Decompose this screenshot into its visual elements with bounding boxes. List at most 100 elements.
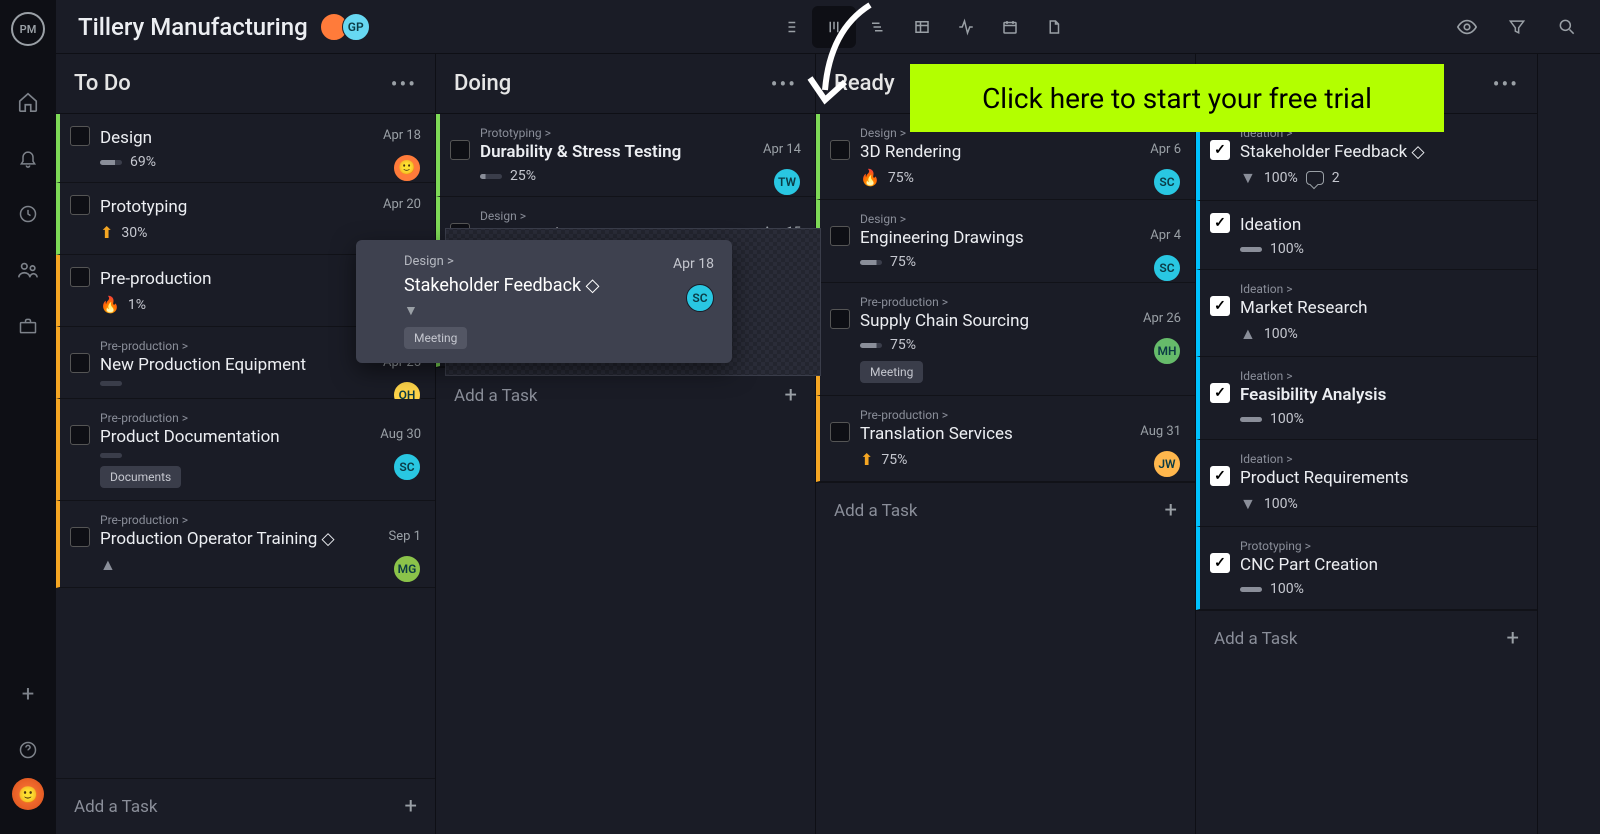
card-date: Apr 18 bbox=[383, 128, 421, 143]
task-checkbox[interactable] bbox=[830, 140, 850, 160]
user-avatar[interactable]: 🙂 bbox=[12, 778, 44, 810]
card-assignees[interactable]: SC bbox=[399, 453, 421, 481]
card-assignees[interactable]: SC bbox=[1159, 254, 1181, 282]
team-avatars[interactable]: GP bbox=[326, 13, 370, 41]
nav-rail: PM + 🙂 bbox=[0, 0, 56, 834]
card-assignees[interactable]: 🙂 bbox=[399, 154, 421, 182]
task-card[interactable]: Ideation >Feasibility Analysis100% bbox=[1196, 357, 1537, 440]
card-meta: 100% bbox=[1240, 411, 1523, 427]
task-checkbox[interactable] bbox=[1210, 296, 1230, 316]
card-assignee[interactable]: SC bbox=[692, 284, 714, 312]
card-tag: Meeting bbox=[860, 361, 923, 383]
task-card[interactable]: Ideation100% bbox=[1196, 201, 1537, 270]
task-checkbox[interactable] bbox=[1210, 213, 1230, 233]
card-meta bbox=[100, 381, 421, 386]
task-card[interactable]: Prototyping >CNC Part Creation100% bbox=[1196, 527, 1537, 610]
task-checkbox[interactable] bbox=[70, 353, 90, 373]
task-checkbox[interactable] bbox=[450, 140, 470, 160]
cta-banner[interactable]: Click here to start your free trial bbox=[910, 64, 1444, 132]
eye-icon[interactable] bbox=[1456, 16, 1478, 38]
add-icon[interactable]: + bbox=[16, 682, 40, 706]
card-title: Prototyping bbox=[100, 197, 421, 217]
task-checkbox[interactable] bbox=[70, 126, 90, 146]
view-timeline-icon[interactable] bbox=[856, 6, 900, 48]
task-card[interactable]: Ideation >Product Requirements▼100% bbox=[1196, 440, 1537, 527]
card-progress: 75% bbox=[888, 170, 914, 186]
card-assignees[interactable]: MG bbox=[399, 555, 421, 583]
task-card[interactable]: Pre-production > Product Documentation Doc… bbox=[56, 399, 435, 501]
task-card[interactable]: Prototyping >Durability & Stress Testing… bbox=[436, 114, 815, 197]
bell-icon[interactable] bbox=[16, 146, 40, 170]
search-icon[interactable] bbox=[1556, 16, 1578, 38]
task-card[interactable]: Pre-production >Translation Services⬆75%… bbox=[816, 396, 1195, 482]
add-task-button[interactable]: Add a Task+ bbox=[816, 482, 1195, 538]
task-card[interactable]: Design >Engineering Drawings75%Apr 4SC bbox=[816, 200, 1195, 283]
card-meta: 69% bbox=[100, 154, 421, 170]
progress-bar bbox=[1240, 247, 1262, 252]
dragging-card[interactable]: Design > Stakeholder Feedback ◇ ▼ Meetin… bbox=[356, 240, 732, 363]
card-breadcrumb: Pre-production > bbox=[860, 295, 1181, 309]
task-card[interactable]: Pre-production >Production Operator Trai… bbox=[56, 501, 435, 588]
card-meta: 75% bbox=[860, 337, 1181, 353]
task-checkbox[interactable] bbox=[70, 195, 90, 215]
card-breadcrumb: Pre-production > bbox=[100, 411, 421, 425]
clock-icon[interactable] bbox=[16, 202, 40, 226]
task-checkbox[interactable] bbox=[1210, 466, 1230, 486]
view-list-icon[interactable] bbox=[768, 6, 812, 48]
task-checkbox[interactable] bbox=[370, 254, 392, 276]
add-task-button[interactable]: Add a Task+ bbox=[56, 778, 435, 834]
column-menu-icon[interactable]: ••• bbox=[771, 72, 797, 96]
avatar-pill[interactable]: 🙂 bbox=[393, 154, 421, 182]
avatar-pill[interactable]: SC bbox=[1153, 168, 1181, 196]
view-calendar-icon[interactable] bbox=[988, 6, 1032, 48]
avatar-pill[interactable]: MG bbox=[393, 555, 421, 583]
card-breadcrumb: Pre-production > bbox=[100, 513, 421, 527]
task-checkbox[interactable] bbox=[1210, 553, 1230, 573]
column-menu-icon[interactable]: ••• bbox=[391, 72, 417, 96]
card-date: Apr 6 bbox=[1150, 142, 1181, 157]
task-checkbox[interactable] bbox=[70, 267, 90, 287]
card-progress: 75% bbox=[890, 254, 916, 270]
column-header: Doing••• bbox=[436, 54, 815, 114]
briefcase-icon[interactable] bbox=[16, 314, 40, 338]
card-assignees[interactable]: TW bbox=[779, 168, 801, 196]
task-checkbox[interactable] bbox=[830, 309, 850, 329]
avatar-pill[interactable]: SC bbox=[1153, 254, 1181, 282]
filter-icon[interactable] bbox=[1506, 16, 1528, 38]
avatar-pill[interactable]: JW bbox=[1153, 450, 1181, 478]
view-sheet-icon[interactable] bbox=[900, 6, 944, 48]
card-title: Engineering Drawings bbox=[860, 228, 1181, 248]
task-checkbox[interactable] bbox=[830, 226, 850, 246]
priority-up-icon: ▲ bbox=[100, 555, 116, 575]
task-card[interactable]: Pre-production >Supply Chain Sourcing75%… bbox=[816, 283, 1195, 396]
avatar-pill[interactable]: GP bbox=[342, 13, 370, 41]
progress-bar bbox=[860, 343, 882, 348]
home-icon[interactable] bbox=[16, 90, 40, 114]
card-assignees[interactable]: MH bbox=[1159, 337, 1181, 365]
task-checkbox[interactable] bbox=[70, 425, 90, 445]
add-task-button[interactable]: Add a Task+ bbox=[1196, 610, 1537, 666]
avatar-pill[interactable]: SC bbox=[393, 453, 421, 481]
help-icon[interactable] bbox=[16, 738, 40, 762]
avatar-pill[interactable]: MH bbox=[1153, 337, 1181, 365]
people-icon[interactable] bbox=[16, 258, 40, 282]
task-card[interactable]: Design69%Apr 18🙂 bbox=[56, 114, 435, 183]
card-meta: 25% bbox=[480, 168, 801, 184]
view-board-icon[interactable] bbox=[812, 6, 856, 48]
task-card[interactable]: Ideation >Market Research▲100% bbox=[1196, 270, 1537, 357]
task-checkbox[interactable] bbox=[830, 422, 850, 442]
task-checkbox[interactable] bbox=[70, 527, 90, 547]
avatar-pill[interactable]: TW bbox=[773, 168, 801, 196]
task-checkbox[interactable] bbox=[1210, 140, 1230, 160]
app-logo[interactable]: PM bbox=[11, 12, 45, 46]
view-file-icon[interactable] bbox=[1032, 6, 1076, 48]
card-assignees[interactable]: SC bbox=[1159, 168, 1181, 196]
progress-bar bbox=[100, 160, 122, 165]
card-tag: Documents bbox=[100, 466, 181, 488]
view-activity-icon[interactable] bbox=[944, 6, 988, 48]
card-assignees[interactable]: JW bbox=[1159, 450, 1181, 478]
card-breadcrumb: Design > bbox=[860, 212, 1181, 226]
column-menu-icon[interactable]: ••• bbox=[1493, 72, 1519, 96]
task-checkbox[interactable] bbox=[1210, 383, 1230, 403]
card-title: Product Documentation bbox=[100, 427, 421, 447]
